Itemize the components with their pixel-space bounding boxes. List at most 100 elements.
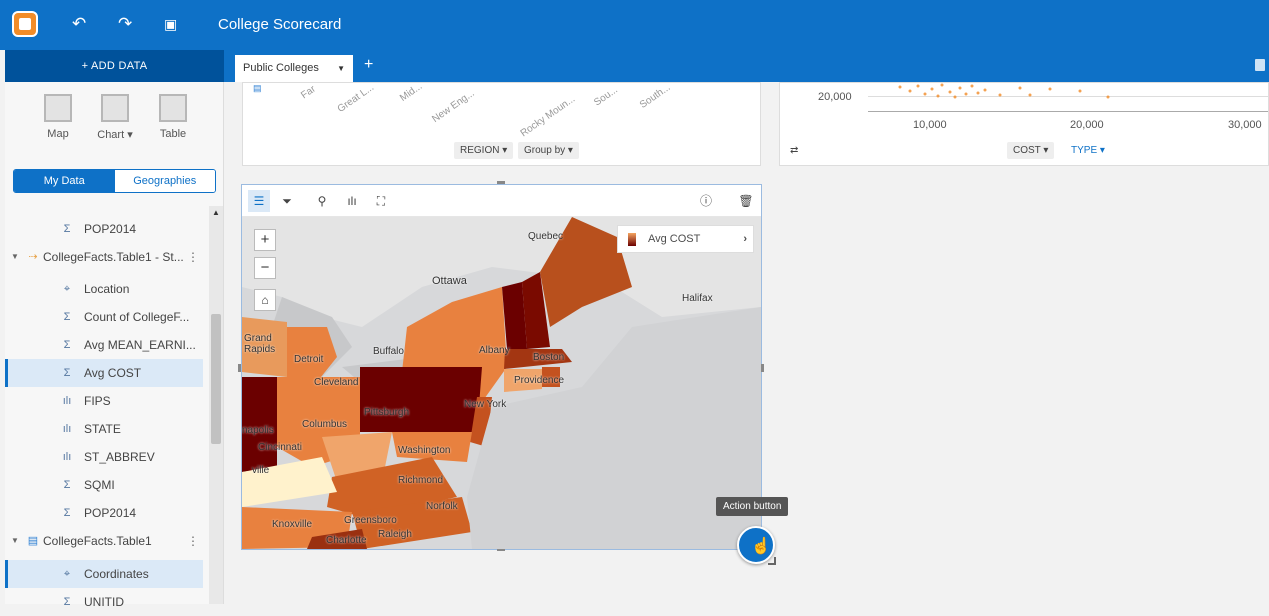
action-button-tooltip: Action button bbox=[716, 497, 789, 516]
info-icon[interactable]: ⓘ bbox=[698, 193, 714, 209]
field-item[interactable]: Σ Avg MEAN_EARNI... bbox=[5, 331, 203, 359]
scrollbar[interactable]: ▲ bbox=[209, 206, 223, 604]
dataset-header[interactable]: ▼ ⇢ CollegeFacts.Table1 - St... ⋮ bbox=[5, 243, 203, 271]
city-label: Providence bbox=[514, 375, 565, 386]
resize-handle[interactable] bbox=[761, 364, 764, 372]
chevron-right-icon[interactable]: › bbox=[743, 226, 747, 252]
visualization-type-icon[interactable]: ⚲ bbox=[314, 193, 330, 209]
dataset-icon: ⇢ bbox=[28, 251, 38, 263]
add-page-button[interactable]: + bbox=[364, 56, 373, 74]
field-item[interactable]: ⌖ Location bbox=[5, 275, 203, 303]
dataset-header[interactable]: ▼ ▤ CollegeFacts.Table1 ⋮ bbox=[5, 527, 203, 555]
field-item[interactable]: ılı ST_ABBREV bbox=[5, 443, 203, 471]
filter-icon[interactable]: ⏷ bbox=[279, 193, 295, 209]
scroll-thumb[interactable] bbox=[211, 314, 221, 444]
trash-icon[interactable]: 🗑 bbox=[738, 193, 754, 209]
legend-icon[interactable]: ▤ bbox=[253, 83, 262, 94]
chevron-down-icon[interactable]: ▼ bbox=[11, 243, 19, 271]
viz-label: Chart ▾ bbox=[97, 129, 133, 141]
city-label: Halifax bbox=[682, 293, 713, 304]
app-logo-icon bbox=[12, 11, 38, 37]
city-label: Richmond bbox=[398, 475, 444, 486]
number-icon: Σ bbox=[63, 311, 71, 323]
scatter-plot-card[interactable]: 20,000 10,000 20,000 30,000 ⇄ COST ▾ TYP… bbox=[779, 82, 1269, 166]
city-label: Washington bbox=[398, 445, 451, 456]
tab-my-data[interactable]: My Data bbox=[14, 170, 115, 192]
more-icon[interactable]: ⋮ bbox=[187, 527, 199, 555]
more-icon[interactable]: ⋮ bbox=[187, 243, 199, 271]
chart-icon[interactable]: ılı bbox=[344, 193, 360, 209]
number-icon: Σ bbox=[63, 507, 71, 519]
field-item[interactable]: Σ POP2014 bbox=[5, 215, 203, 243]
city-label: Cincinnati bbox=[258, 442, 302, 453]
point bbox=[948, 90, 952, 94]
map-icon bbox=[44, 94, 72, 122]
add-data-button[interactable]: + ADD DATA bbox=[5, 50, 224, 82]
data-pane: Map Chart ▾ Table My Data Geographies Σ … bbox=[5, 82, 224, 609]
tab-public-colleges[interactable]: Public Colleges ▼ bbox=[235, 55, 353, 82]
zoom-in-button[interactable]: + bbox=[254, 229, 276, 251]
field-item[interactable]: ılı STATE bbox=[5, 415, 203, 443]
viz-label: Map bbox=[47, 128, 69, 140]
category-label: Far bbox=[299, 83, 318, 102]
field-item-selected[interactable]: Σ Avg COST bbox=[5, 359, 203, 387]
legend-icon[interactable]: ☰ bbox=[248, 190, 270, 212]
swap-axes-icon[interactable]: ⇄ bbox=[790, 145, 798, 156]
type-field-button[interactable]: TYPE ▾ bbox=[1065, 142, 1111, 159]
field-item[interactable]: Σ UNITID bbox=[5, 588, 203, 616]
table-viz-button[interactable]: Table bbox=[153, 94, 193, 140]
point bbox=[964, 92, 968, 96]
field-item-selected[interactable]: ⌖ Coordinates bbox=[5, 560, 203, 588]
point bbox=[936, 94, 940, 98]
point bbox=[898, 85, 902, 89]
number-icon: Σ bbox=[63, 367, 71, 379]
x-axis-tick: 20,000 bbox=[1070, 119, 1104, 131]
field-item[interactable]: Σ SQMI bbox=[5, 471, 203, 499]
group-by-button[interactable]: Group by ▾ bbox=[518, 142, 579, 159]
cost-field-button[interactable]: COST ▾ bbox=[1007, 142, 1055, 159]
category-label: Rocky Moun... bbox=[518, 93, 578, 140]
point bbox=[908, 89, 912, 93]
category-label: New Eng... bbox=[430, 87, 477, 126]
resize-handle[interactable] bbox=[497, 181, 505, 184]
resize-corner-icon[interactable] bbox=[768, 557, 776, 565]
chart-viz-button[interactable]: Chart ▾ bbox=[95, 94, 135, 141]
redo-icon[interactable]: ↷ bbox=[118, 14, 132, 34]
x-axis-tick: 30,000 bbox=[1228, 119, 1262, 131]
field-item[interactable]: ılı FIPS bbox=[5, 387, 203, 415]
field-item[interactable]: Σ Count of CollegeF... bbox=[5, 303, 203, 331]
region-field-button[interactable]: REGION ▾ bbox=[454, 142, 514, 159]
city-label: ville bbox=[252, 465, 270, 476]
category-label: Sou... bbox=[592, 84, 620, 109]
app-header: ↶ ↷ ▣ College Scorecard bbox=[0, 0, 1269, 50]
scroll-up-icon[interactable]: ▲ bbox=[209, 208, 223, 217]
point bbox=[958, 86, 962, 90]
maximize-icon[interactable]: ⛶ bbox=[373, 193, 389, 209]
category-label: Mid... bbox=[398, 80, 425, 105]
x-axis-tick: 10,000 bbox=[913, 119, 947, 131]
map-legend[interactable]: Avg COST › bbox=[617, 225, 754, 253]
undo-icon[interactable]: ↶ bbox=[72, 14, 86, 34]
bar-chart-card[interactable]: ▤ Far Great L... Mid... New Eng... Rocky… bbox=[242, 80, 761, 166]
chevron-down-icon[interactable]: ▼ bbox=[337, 55, 345, 82]
point bbox=[998, 93, 1002, 97]
chart-icon bbox=[101, 94, 129, 122]
map-viz-button[interactable]: Map bbox=[38, 94, 78, 140]
resize-handle[interactable] bbox=[238, 364, 241, 372]
panel-icon[interactable] bbox=[1255, 59, 1265, 71]
point bbox=[1078, 89, 1082, 93]
location-icon: ⌖ bbox=[63, 283, 71, 295]
city-label: Detroit bbox=[294, 354, 324, 365]
point bbox=[1106, 95, 1110, 99]
home-icon[interactable]: ⌂ bbox=[254, 289, 276, 311]
point bbox=[976, 91, 980, 95]
field-item[interactable]: Σ POP2014 bbox=[5, 499, 203, 527]
city-label: napolis bbox=[242, 425, 274, 436]
map-view[interactable]: + − ⌂ Avg COST › Quebec Ottawa Halifax G… bbox=[242, 217, 761, 549]
save-icon[interactable]: ▣ bbox=[164, 14, 177, 34]
chevron-down-icon[interactable]: ▼ bbox=[11, 527, 19, 555]
tab-geographies[interactable]: Geographies bbox=[114, 170, 215, 192]
city-label: Pittsburgh bbox=[364, 407, 410, 418]
zoom-out-button[interactable]: − bbox=[254, 257, 276, 279]
point bbox=[983, 88, 987, 92]
